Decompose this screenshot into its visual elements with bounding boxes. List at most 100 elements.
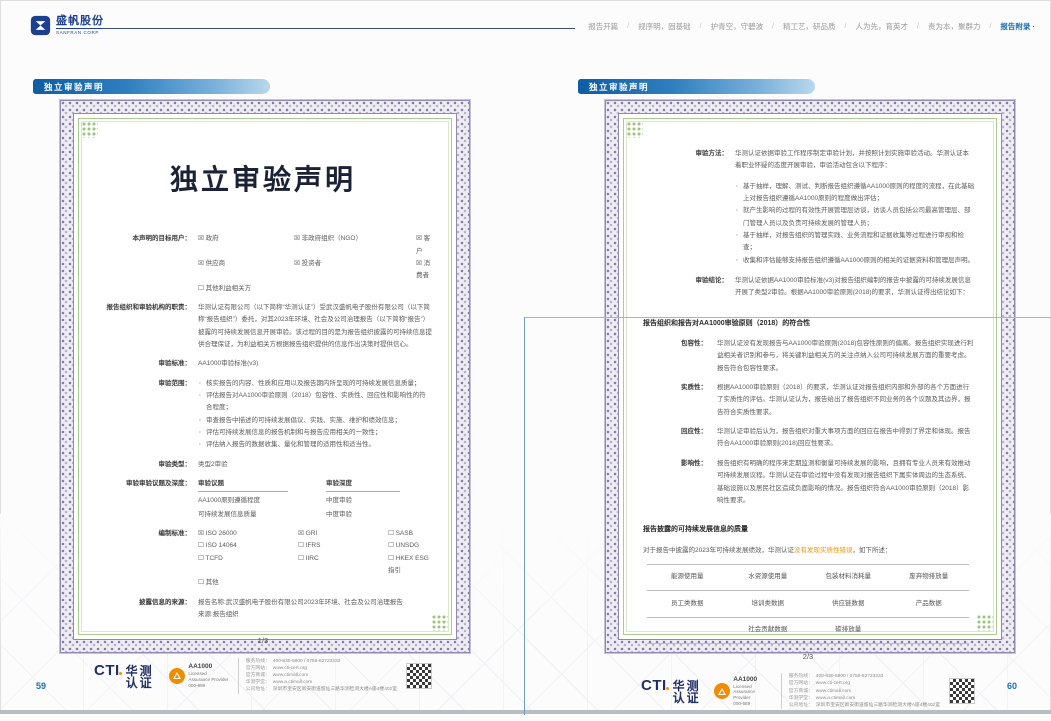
disclosure-source-row: 披露信息的来源： 报告名称:武汉盛帆电子股份有限公司2023年环境、社会及公司治…	[94, 597, 432, 622]
nav-item-environment[interactable]: 护青空，守碧波	[711, 21, 764, 32]
conclusion-row: 审验结论： 华测认证依据AA1000审验标准(v3)对报告组织编制的报告中披露的…	[641, 275, 975, 300]
checkbox-item: ☐ ISO 14064	[198, 540, 294, 552]
quality-statement: 对于报告中披露的2023年可持续发展绩效，华测认证没有发现实质性错误，如下所述：	[643, 545, 975, 557]
nav-separator: /	[700, 23, 702, 30]
table-row: 能源使用量 水资源使用量 包装材料消耗量 废弃物排放量	[647, 564, 969, 590]
principle-text: 根据AA1000审验原则（2018）的要求，华测认证对报告组织内部和外部的各个方…	[717, 382, 975, 419]
nav-item-appendix-active[interactable]: 报告附录 ·	[1000, 21, 1035, 32]
field-label: 审验审验议题及深度：	[94, 478, 198, 521]
nav-item-talent[interactable]: 人为先，育英才	[856, 21, 909, 32]
quality-heading: 报告披露的可持续发展信息的质量	[643, 523, 975, 536]
checkbox-item: ☐ IFRS	[298, 540, 384, 552]
principle-inclusivity: 包容性： 华测认证没有发现报告与AA1000审验原则(2018)包容性原则的偏离…	[681, 338, 975, 375]
nav-item-responsibility[interactable]: 责为本，聚群力	[928, 21, 981, 32]
aa1000-title: AA1000	[188, 663, 228, 671]
target-users-row: 本声明的目标用户： ☒ 政府 ☒ 非政府组织（NGO） ☒ 客户 ☒ 供应商 ☒…	[94, 233, 432, 295]
nav-separator: /	[845, 23, 847, 30]
quality-data-table: 能源使用量 水资源使用量 包装材料消耗量 废弃物排放量 员工类数据 培训类数据 …	[647, 564, 969, 644]
table-cell: 培训类数据	[728, 598, 809, 610]
type-row: 审验类型： 类型2审验	[94, 459, 432, 471]
checkbox-item: ☒ 非政府组织（NGO）	[294, 233, 412, 258]
source-line: 来源:报告组织	[198, 609, 432, 621]
certificate-footer: CTI 华测认证 AA1000 Licensed Assurance Provi…	[641, 664, 975, 721]
principle-label: 实质性：	[681, 382, 717, 419]
company-name-en: SANFRAN CORP	[56, 31, 104, 36]
certificate-page-number: 1/3	[94, 628, 432, 648]
method-intro: 华测认证依据审验工作程序制定审验计划，并按照计划实施审验活动。华测认证本着职业怀…	[735, 148, 975, 173]
top-navigation: 报告开篇 / 规序明，固基础 / 护青空，守碧波 / 精工艺，研品质 / 人为先…	[588, 21, 1035, 32]
report-page-number-left: 59	[36, 681, 46, 691]
table-cell: 包装材料消耗量	[808, 571, 889, 583]
principle-text: 华测认证审验后认为，报告组织对重大事项方面的回应在报告中得到了界定和体现。报告符…	[717, 426, 975, 451]
field-label: 审验结论：	[669, 275, 735, 300]
method-bullet: 就产生影响的过程的有效性开展管理层访谈，访谈人员包括公司最高管理层、部门管理人员…	[735, 205, 975, 230]
field-label: 审验范围：	[94, 378, 198, 452]
principle-responsiveness: 回应性： 华测认证审验后认为，报告组织对重大事项方面的回应在报告中得到了界定和体…	[681, 426, 975, 451]
principle-materiality: 实质性： 根据AA1000审验原则（2018）的要求，华测认证对报告组织内部和外…	[681, 382, 975, 419]
aa1000-subtitle: Licensed Assurance Provider	[733, 684, 772, 701]
field-label: 本声明的目标用户：	[94, 233, 198, 295]
field-label: 报告组织和审验机构的职责：	[94, 302, 198, 351]
topics-depth-row: 审验审验议题及深度： 审验议题 审验深度 AA1000原则遵循程度 中度审验 可…	[94, 478, 432, 521]
checkbox-item: ☒ 客户	[416, 233, 432, 258]
checkbox-item: ☒ 供应商	[198, 258, 290, 283]
report-header: 盛帆股份 SANFRAN CORP 报告开篇 / 规序明，固基础 / 护青空，守…	[0, 0, 1051, 58]
checkbox-item: ☐ HKEX ESG 指引	[388, 553, 432, 578]
checkbox-item: ☐ TCFD	[198, 553, 294, 578]
section-banner-left: 独立审验声明	[33, 79, 270, 94]
table-cell: 产品数据	[889, 598, 970, 610]
method-row: 审验方法： 华测认证依据审验工作程序制定审验计划，并按照计划实施审验活动。华测认…	[641, 148, 975, 267]
qr-code-image	[949, 678, 975, 704]
scope-bullet: 审查报告中描述的可持续发展倡议、实践、实施、维护和绩效信息；	[198, 415, 432, 427]
section-banner-title: 独立审验声明	[33, 81, 104, 93]
quality-prefix: 对于报告中披露的2023年可持续发展绩效，华测认证	[643, 547, 794, 554]
table-header: 审验议题	[198, 478, 288, 492]
section-banner-title: 独立审验声明	[578, 81, 649, 93]
field-text: 华测认证依据AA1000审验标准(v3)对报告组织编制的报告中披露的可持续发展信…	[735, 275, 975, 300]
field-label: 编制标准：	[94, 528, 198, 590]
contact-info: 服务热线：400-830-5800 / 0755-82723333 官方网站：w…	[781, 673, 940, 709]
section-banner-right: 独立审验声明	[578, 79, 815, 94]
table-cell: 社会贡献数据	[728, 624, 809, 636]
scope-bullet: 评估报告对AA1000审验原则（2018）包容性、实质性、回应性和影响性的符合程…	[198, 390, 432, 415]
nav-item-governance[interactable]: 规序明，固基础	[638, 21, 691, 32]
checkbox-item: ☒ 投资者	[294, 258, 412, 283]
field-text: 类型2审验	[198, 459, 432, 471]
principle-impact: 影响性： 报告组织有明确的程序来定期监测和衡量可持续发展的影响，且拥有专业人员来…	[681, 458, 975, 507]
principle-label: 回应性：	[681, 426, 717, 451]
table-cell	[889, 624, 970, 636]
table-cell: 废弃物排放量	[889, 571, 970, 583]
cti-logo: CTI 华测认证	[94, 663, 160, 689]
method-bullet: 收集和评估能够支持报告组织遵循AA1000原则的相关的证据资料和管理层声明。	[735, 255, 975, 267]
checkbox-item: ☐ SASB	[388, 528, 432, 540]
prepared-standards-row: 编制标准： ☒ ISO 26000 ☒ GRI ☐ SASB ☐ ISO 140…	[94, 528, 432, 590]
table-cell	[647, 624, 728, 636]
qr-code-image	[406, 663, 432, 689]
table-cell: 能源使用量	[647, 571, 728, 583]
standard-row: 审验标准： AA1000审验标准(v3)	[94, 358, 432, 370]
company-logo: 盛帆股份 SANFRAN CORP	[30, 15, 104, 36]
nav-item-quality[interactable]: 精工艺，研品质	[783, 21, 836, 32]
assurance-certificate-page1: 独立审验声明 本声明的目标用户： ☒ 政府 ☒ 非政府组织（NGO） ☒ 客户 …	[60, 100, 470, 653]
checkbox-item: ☐ UNSDG	[388, 540, 432, 552]
principle-label: 包容性：	[681, 338, 717, 375]
cti-logo-text: CTI	[94, 663, 120, 678]
checkbox-item: ☒ 消费者	[416, 258, 432, 283]
company-name: 盛帆股份	[56, 16, 104, 29]
aa1000-title: AA1000	[733, 676, 772, 684]
table-cell: 碳排放量	[808, 624, 889, 636]
field-label: 披露信息的来源：	[94, 597, 198, 622]
table-cell: 水资源使用量	[728, 571, 809, 583]
nav-separator: /	[627, 23, 629, 30]
aa1000-number: 000-689	[733, 701, 772, 707]
certificate-page-number: 2/3	[641, 644, 975, 664]
table-cell: 可持续发展信息质量	[198, 509, 326, 521]
header-divider-line	[102, 28, 575, 29]
checkbox-item: ☒ 政府	[198, 233, 290, 258]
responsibility-row: 报告组织和审验机构的职责： 华测认证有限公司（以下简称“华测认证”）受武汉盛帆电…	[94, 302, 432, 351]
nav-separator: /	[917, 23, 919, 30]
nav-item-opening[interactable]: 报告开篇	[588, 21, 618, 32]
report-page-number-right: 60	[1007, 681, 1017, 691]
field-label: 审验标准：	[94, 358, 198, 370]
certificate-footer: CTI 华测认证 AA1000 Licensed Assurance Provi…	[94, 649, 432, 706]
